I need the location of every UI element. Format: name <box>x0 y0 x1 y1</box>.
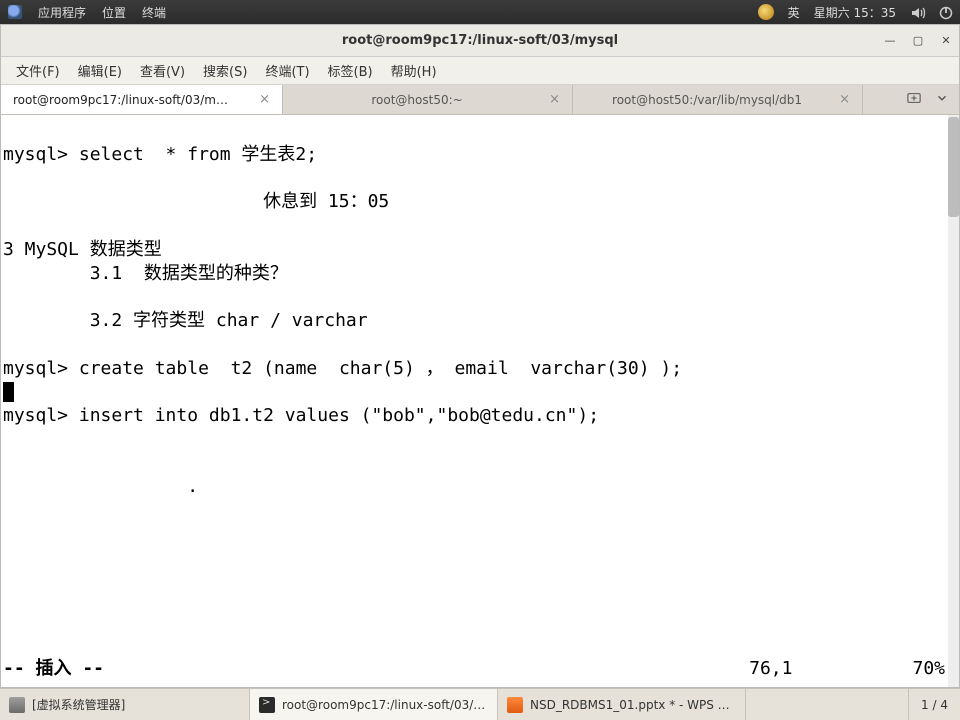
vim-percent: 70% <box>912 657 945 681</box>
menu-apps[interactable]: 应用程序 <box>38 4 86 21</box>
power-icon[interactable] <box>938 5 952 19</box>
workspace-indicator[interactable]: 1 / 4 <box>908 689 960 720</box>
tab-label: root@host50:/var/lib/mysql/db1 <box>585 93 829 107</box>
new-tab-icon[interactable] <box>907 91 921 109</box>
ime-indicator[interactable]: 英 <box>788 4 800 21</box>
term-line: mysql> select * from 学生表2; <box>3 144 317 165</box>
terminal-scrollbar[interactable] <box>948 115 959 687</box>
maximize-button[interactable]: ▢ <box>911 34 925 48</box>
task-label: root@room9pc17:/linux-soft/03/m… <box>282 698 488 712</box>
menu-edit[interactable]: 编辑(E) <box>69 57 131 84</box>
menu-tab[interactable]: 标签(B) <box>319 57 382 84</box>
menu-terminal[interactable]: 终端 <box>142 4 166 21</box>
terminal-tab-1[interactable]: root@room9pc17:/linux-soft/03/m… × <box>1 85 283 114</box>
minimize-button[interactable]: — <box>883 34 897 48</box>
sound-icon[interactable] <box>910 5 924 19</box>
text-cursor <box>3 382 14 402</box>
clock[interactable]: 星期六 15：35 <box>814 4 896 21</box>
menu-view[interactable]: 查看(V) <box>131 57 194 84</box>
tab-tools <box>897 85 959 114</box>
taskbar-item-terminal[interactable]: root@room9pc17:/linux-soft/03/m… <box>250 689 498 720</box>
term-line: 3 MySQL 数据类型 <box>3 239 162 260</box>
wps-icon <box>507 697 523 713</box>
menu-search[interactable]: 搜索(S) <box>194 57 256 84</box>
terminal-window: root@room9pc17:/linux-soft/03/mysql — ▢ … <box>0 24 960 688</box>
term-line: 休息到 15：05 <box>3 191 389 212</box>
distro-icon <box>8 5 22 19</box>
terminal-tab-2[interactable]: root@host50:~ × <box>283 85 573 114</box>
terminal-icon <box>259 697 275 713</box>
task-label: NSD_RDBMS1_01.pptx * - WPS … <box>530 698 730 712</box>
task-label: [虚拟系统管理器] <box>32 696 125 713</box>
window-titlebar[interactable]: root@room9pc17:/linux-soft/03/mysql — ▢ … <box>1 25 959 57</box>
tray-notification-icon[interactable] <box>758 4 774 20</box>
vm-icon <box>9 697 25 713</box>
desktop-top-panel: 应用程序 位置 终端 英 星期六 15：35 <box>0 0 960 24</box>
term-line: . <box>3 476 198 497</box>
terminal-viewport[interactable]: mysql> select * from 学生表2; 休息到 15：05 3 M… <box>1 115 959 687</box>
menu-help[interactable]: 帮助(H) <box>382 57 446 84</box>
close-icon[interactable]: × <box>259 92 270 107</box>
term-line: mysql> create table t2 (name char(5) ， e… <box>3 358 682 379</box>
menu-terminal[interactable]: 终端(T) <box>256 57 318 84</box>
menu-bar: 文件(F) 编辑(E) 查看(V) 搜索(S) 终端(T) 标签(B) 帮助(H… <box>1 57 959 85</box>
vim-position: 76,1 <box>749 657 792 681</box>
menu-places[interactable]: 位置 <box>102 4 126 21</box>
scrollbar-thumb[interactable] <box>948 117 959 217</box>
term-line: 3.1 数据类型的种类？ <box>3 263 288 284</box>
terminal-tab-bar: root@room9pc17:/linux-soft/03/m… × root@… <box>1 85 959 115</box>
close-icon[interactable]: × <box>839 92 850 107</box>
window-title: root@room9pc17:/linux-soft/03/mysql <box>342 33 618 48</box>
term-line: mysql> insert into db1.t2 values ("bob",… <box>3 405 599 426</box>
desktop-taskbar: [虚拟系统管理器] root@room9pc17:/linux-soft/03/… <box>0 688 960 720</box>
vim-mode: -- 插入 -- <box>3 657 104 681</box>
menu-file[interactable]: 文件(F) <box>7 57 69 84</box>
close-button[interactable]: ✕ <box>939 34 953 48</box>
taskbar-item-vm[interactable]: [虚拟系统管理器] <box>0 689 250 720</box>
tab-label: root@host50:~ <box>295 93 539 107</box>
terminal-tab-3[interactable]: root@host50:/var/lib/mysql/db1 × <box>573 85 863 114</box>
close-icon[interactable]: × <box>549 92 560 107</box>
taskbar-item-wps[interactable]: NSD_RDBMS1_01.pptx * - WPS … <box>498 689 746 720</box>
tab-label: root@room9pc17:/linux-soft/03/m… <box>13 93 249 107</box>
tab-menu-icon[interactable] <box>935 91 949 109</box>
term-line: 3.2 字符类型 char / varchar <box>3 310 368 331</box>
